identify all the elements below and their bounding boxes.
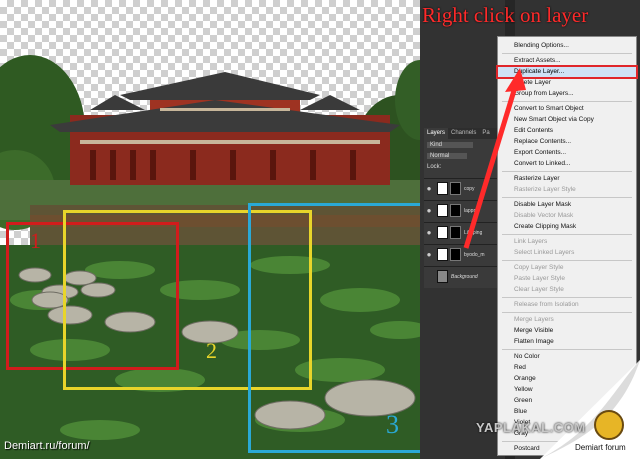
- menu-separator: [502, 312, 632, 313]
- menu-separator: [502, 171, 632, 172]
- demiart-forum-label: Demiart forum: [575, 443, 626, 452]
- menu-item-paste-layer-style: Paste Layer Style: [514, 275, 565, 282]
- layer-thumbnail: [437, 226, 448, 239]
- menu-item-edit-contents[interactable]: Edit Contents: [498, 126, 636, 136]
- menu-item-disable-vector-mask: Disable Vector Mask: [514, 212, 574, 219]
- selection-box-3: [248, 203, 426, 453]
- menu-item-convert-smart-object[interactable]: Convert to Smart Object: [498, 104, 636, 114]
- box-number-1: 1: [30, 228, 41, 253]
- eye-icon[interactable]: ●: [424, 250, 434, 259]
- watermark-demiart-url: Demiart.ru/forum/: [4, 440, 90, 452]
- menu-item-clear-layer-style: Clear Layer Style: [514, 286, 564, 293]
- menu-separator: [502, 101, 632, 102]
- menu-separator: [502, 53, 632, 54]
- menu-item-convert-to-linked[interactable]: Convert to Linked...: [498, 159, 636, 169]
- menu-item-merge-layers: Merge Layers: [514, 316, 554, 323]
- layer-thumbnail: [437, 270, 448, 283]
- menu-item-new-smart-object-copy[interactable]: New Smart Object via Copy: [498, 115, 636, 125]
- demiart-logo-icon: [594, 410, 624, 440]
- layer-thumbnail: [437, 248, 448, 261]
- menu-item-release-from-isolation: Release from Isolation: [514, 301, 579, 308]
- menu-item-create-clipping-mask[interactable]: Create Clipping Mask: [498, 222, 636, 232]
- layer-name: lappng: [464, 207, 480, 214]
- eye-icon[interactable]: ●: [424, 206, 434, 215]
- tab-paths[interactable]: Pa: [479, 128, 492, 139]
- annotation-title: Right click on layer: [422, 3, 589, 27]
- layer-mask-thumbnail[interactable]: [450, 182, 461, 195]
- tab-channels[interactable]: Channels: [448, 128, 479, 139]
- menu-item-copy-layer-style: Copy Layer Style: [514, 264, 564, 271]
- menu-separator: [502, 260, 632, 261]
- box-number-3: 3: [386, 410, 399, 439]
- menu-item-group-from-layers[interactable]: Group from Layers...: [498, 89, 636, 99]
- layer-name: Lilipping: [464, 229, 483, 236]
- layer-thumbnail: [437, 182, 448, 195]
- menu-separator: [502, 297, 632, 298]
- document-canvas[interactable]: 1 2 3 Demiart.ru/forum/: [0, 0, 430, 459]
- layer-name: byodo_m: [464, 251, 485, 258]
- layer-filter-kind[interactable]: Kind: [427, 142, 473, 148]
- menu-item-duplicate-layer[interactable]: Duplicate Layer...: [496, 65, 638, 79]
- layer-thumbnail: [437, 204, 448, 217]
- menu-item-rasterize-layer-style: Rasterize Layer Style: [514, 186, 576, 193]
- menu-separator: [502, 349, 632, 350]
- box-number-2: 2: [206, 338, 217, 363]
- menu-item-flatten-image[interactable]: Flatten Image: [498, 337, 636, 347]
- menu-item-delete-layer[interactable]: Delete Layer: [498, 78, 636, 88]
- eye-icon[interactable]: ●: [424, 228, 434, 237]
- layer-mask-thumbnail[interactable]: [450, 204, 461, 217]
- layer-name: Background: [451, 273, 478, 280]
- menu-separator: [502, 197, 632, 198]
- menu-item-merge-visible[interactable]: Merge Visible: [498, 326, 636, 336]
- lock-label: Lock:: [427, 164, 442, 170]
- menu-item-export-contents[interactable]: Export Contents...: [498, 148, 636, 158]
- layer-mask-thumbnail[interactable]: [450, 248, 461, 261]
- layer-mask-thumbnail[interactable]: [450, 226, 461, 239]
- menu-item-replace-contents[interactable]: Replace Contents...: [498, 137, 636, 147]
- menu-separator: [502, 234, 632, 235]
- blend-mode-select[interactable]: Normal: [427, 153, 467, 159]
- eye-icon[interactable]: ●: [424, 184, 434, 193]
- tab-layers[interactable]: Layers: [424, 128, 449, 139]
- menu-item-link-layers: Link Layers: [514, 238, 548, 245]
- menu-item-rasterize-layer[interactable]: Rasterize Layer: [498, 174, 636, 184]
- menu-item-blending-options[interactable]: Blending Options...: [498, 41, 636, 51]
- menu-item-disable-layer-mask[interactable]: Disable Layer Mask: [498, 200, 636, 210]
- menu-item-extract-assets[interactable]: Extract Assets...: [498, 56, 636, 66]
- layer-name: copy: [464, 185, 475, 192]
- yaplakal-watermark: YAPLAKAL.COM: [476, 420, 586, 435]
- menu-item-select-linked-layers: Select Linked Layers: [514, 249, 575, 256]
